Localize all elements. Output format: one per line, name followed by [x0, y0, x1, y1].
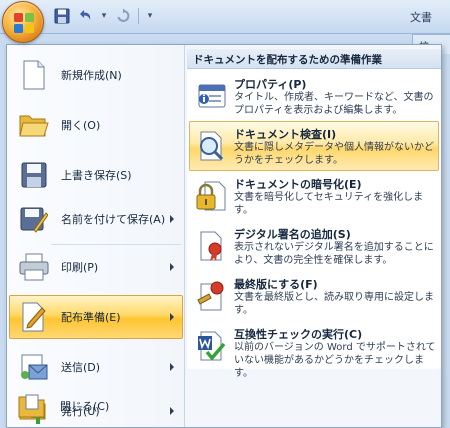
menu-item-label: 名前を付けて保存(A) [61, 213, 166, 226]
submenu-item-title: ドキュメント検査(I) [234, 128, 337, 141]
office-menu: 新規作成(N) 開く(O) 上書き保存(S) 名前を付けて保存(A) 印刷(P)… [6, 44, 442, 428]
submenu-item-title: 最終版にする(F) [234, 278, 318, 291]
menu-item-close[interactable]: 閉じる(C) [8, 384, 182, 428]
undo-icon[interactable] [75, 6, 95, 26]
close-folder-icon [18, 391, 48, 421]
menu-command-list: 新規作成(N) 開く(O) 上書き保存(S) 名前を付けて保存(A) 印刷(P)… [7, 45, 185, 427]
menu-item-open[interactable]: 開く(O) [9, 103, 183, 147]
menu-item-label: 印刷(P) [61, 261, 99, 274]
submenu-arrow-icon [170, 263, 174, 271]
submenu-item-description: 文書に隠しメタデータや個人情報がないかどうかをチェックします。 [234, 142, 434, 166]
menu-item-label: 開く(O) [61, 119, 101, 132]
menu-item-label: 新規作成(N) [61, 69, 122, 82]
title-bar: ▾ ▾ 文書 [0, 0, 450, 34]
menu-item-print[interactable]: 印刷(P) [9, 245, 183, 289]
submenu-item-encrypt[interactable]: ドキュメントの暗号化(E) 文書を暗号化してセキュリティを強化します。 [189, 171, 439, 221]
menu-item-prepare[interactable]: 配布準備(E) [9, 295, 183, 339]
submenu-item-digital-signature[interactable]: デジタル署名の追加(S) 表示されないデジタル署名を追加することにより、文書の完… [189, 221, 439, 271]
save-as-icon [19, 204, 49, 234]
menu-item-save[interactable]: 上書き保存(S) [9, 153, 183, 197]
customize-toolbar-icon[interactable]: ▾ [144, 11, 156, 21]
submenu-header: ドキュメントを配布するための準備作業 [187, 49, 441, 69]
menu-item-label: 上書き保存(S) [61, 169, 132, 182]
submenu-arrow-icon [170, 363, 174, 371]
encrypt-icon [195, 180, 227, 212]
printer-icon [19, 252, 49, 282]
open-folder-icon [19, 110, 49, 140]
submenu-item-title: ドキュメントの暗号化(E) [234, 178, 362, 191]
toolbar-divider [138, 8, 139, 24]
submenu-item-inspect-document[interactable]: ドキュメント検査(I) 文書に隠しメタデータや個人情報がないかどうかをチェックし… [189, 121, 439, 171]
menu-item-new[interactable]: 新規作成(N) [9, 53, 183, 97]
submenu-arrow-icon [170, 215, 174, 223]
submenu-item-compatibility-checker[interactable]: 互換性チェックの実行(C) 以前のバージョンの Word でサポートされていない… [189, 321, 439, 379]
send-icon [19, 352, 49, 382]
menu-item-label: 配布準備(E) [61, 311, 121, 324]
submenu-item-description: タイトル、作成者、キーワードなど、文書のプロパティを表示および編集します。 [234, 92, 434, 116]
compatibility-checker-icon [195, 330, 227, 362]
submenu-item-title: プロパティ(P) [234, 78, 307, 91]
undo-dropdown-icon[interactable]: ▾ [98, 11, 110, 21]
menu-item-save-as[interactable]: 名前を付けて保存(A) [9, 197, 183, 241]
menu-item-send[interactable]: 送信(D) [9, 345, 183, 389]
office-button[interactable] [2, 1, 44, 43]
submenu-item-title: デジタル署名の追加(S) [234, 228, 351, 241]
prepare-submenu: ドキュメントを配布するための準備作業 プロパティ(P) タイトル、作成者、キーワ… [187, 49, 441, 379]
properties-icon [195, 80, 227, 112]
save-icon[interactable] [52, 6, 72, 26]
prepare-icon [19, 302, 49, 332]
submenu-item-description: 表示されないデジタル署名を追加することにより、文書の完全性を確保します。 [234, 242, 434, 266]
menu-item-label: 閉じる(C) [60, 400, 110, 413]
submenu-item-description: 文書を暗号化してセキュリティを強化します。 [234, 192, 424, 216]
submenu-item-description: 以前のバージョンの Word でサポートされていない機能があるかどうかをチェック… [234, 342, 436, 379]
digital-signature-icon [195, 230, 227, 262]
quick-access-toolbar: ▾ ▾ [52, 6, 156, 26]
inspect-document-icon [195, 130, 227, 162]
submenu-item-properties[interactable]: プロパティ(P) タイトル、作成者、キーワードなど、文書のプロパティを表示および… [189, 71, 439, 121]
save-icon [19, 160, 49, 190]
redo-icon[interactable] [113, 6, 133, 26]
new-document-icon [19, 60, 49, 90]
submenu-item-description: 文書を最終版とし、読み取り専用に設定します。 [234, 292, 434, 316]
mark-final-icon [195, 280, 227, 312]
submenu-item-mark-final[interactable]: 最終版にする(F) 文書を最終版とし、読み取り専用に設定します。 [189, 271, 439, 321]
office-logo-icon [14, 13, 34, 33]
submenu-item-title: 互換性チェックの実行(C) [234, 328, 363, 341]
submenu-arrow-icon [170, 313, 174, 321]
menu-item-label: 送信(D) [61, 361, 101, 374]
window-title: 文書 [410, 11, 432, 24]
